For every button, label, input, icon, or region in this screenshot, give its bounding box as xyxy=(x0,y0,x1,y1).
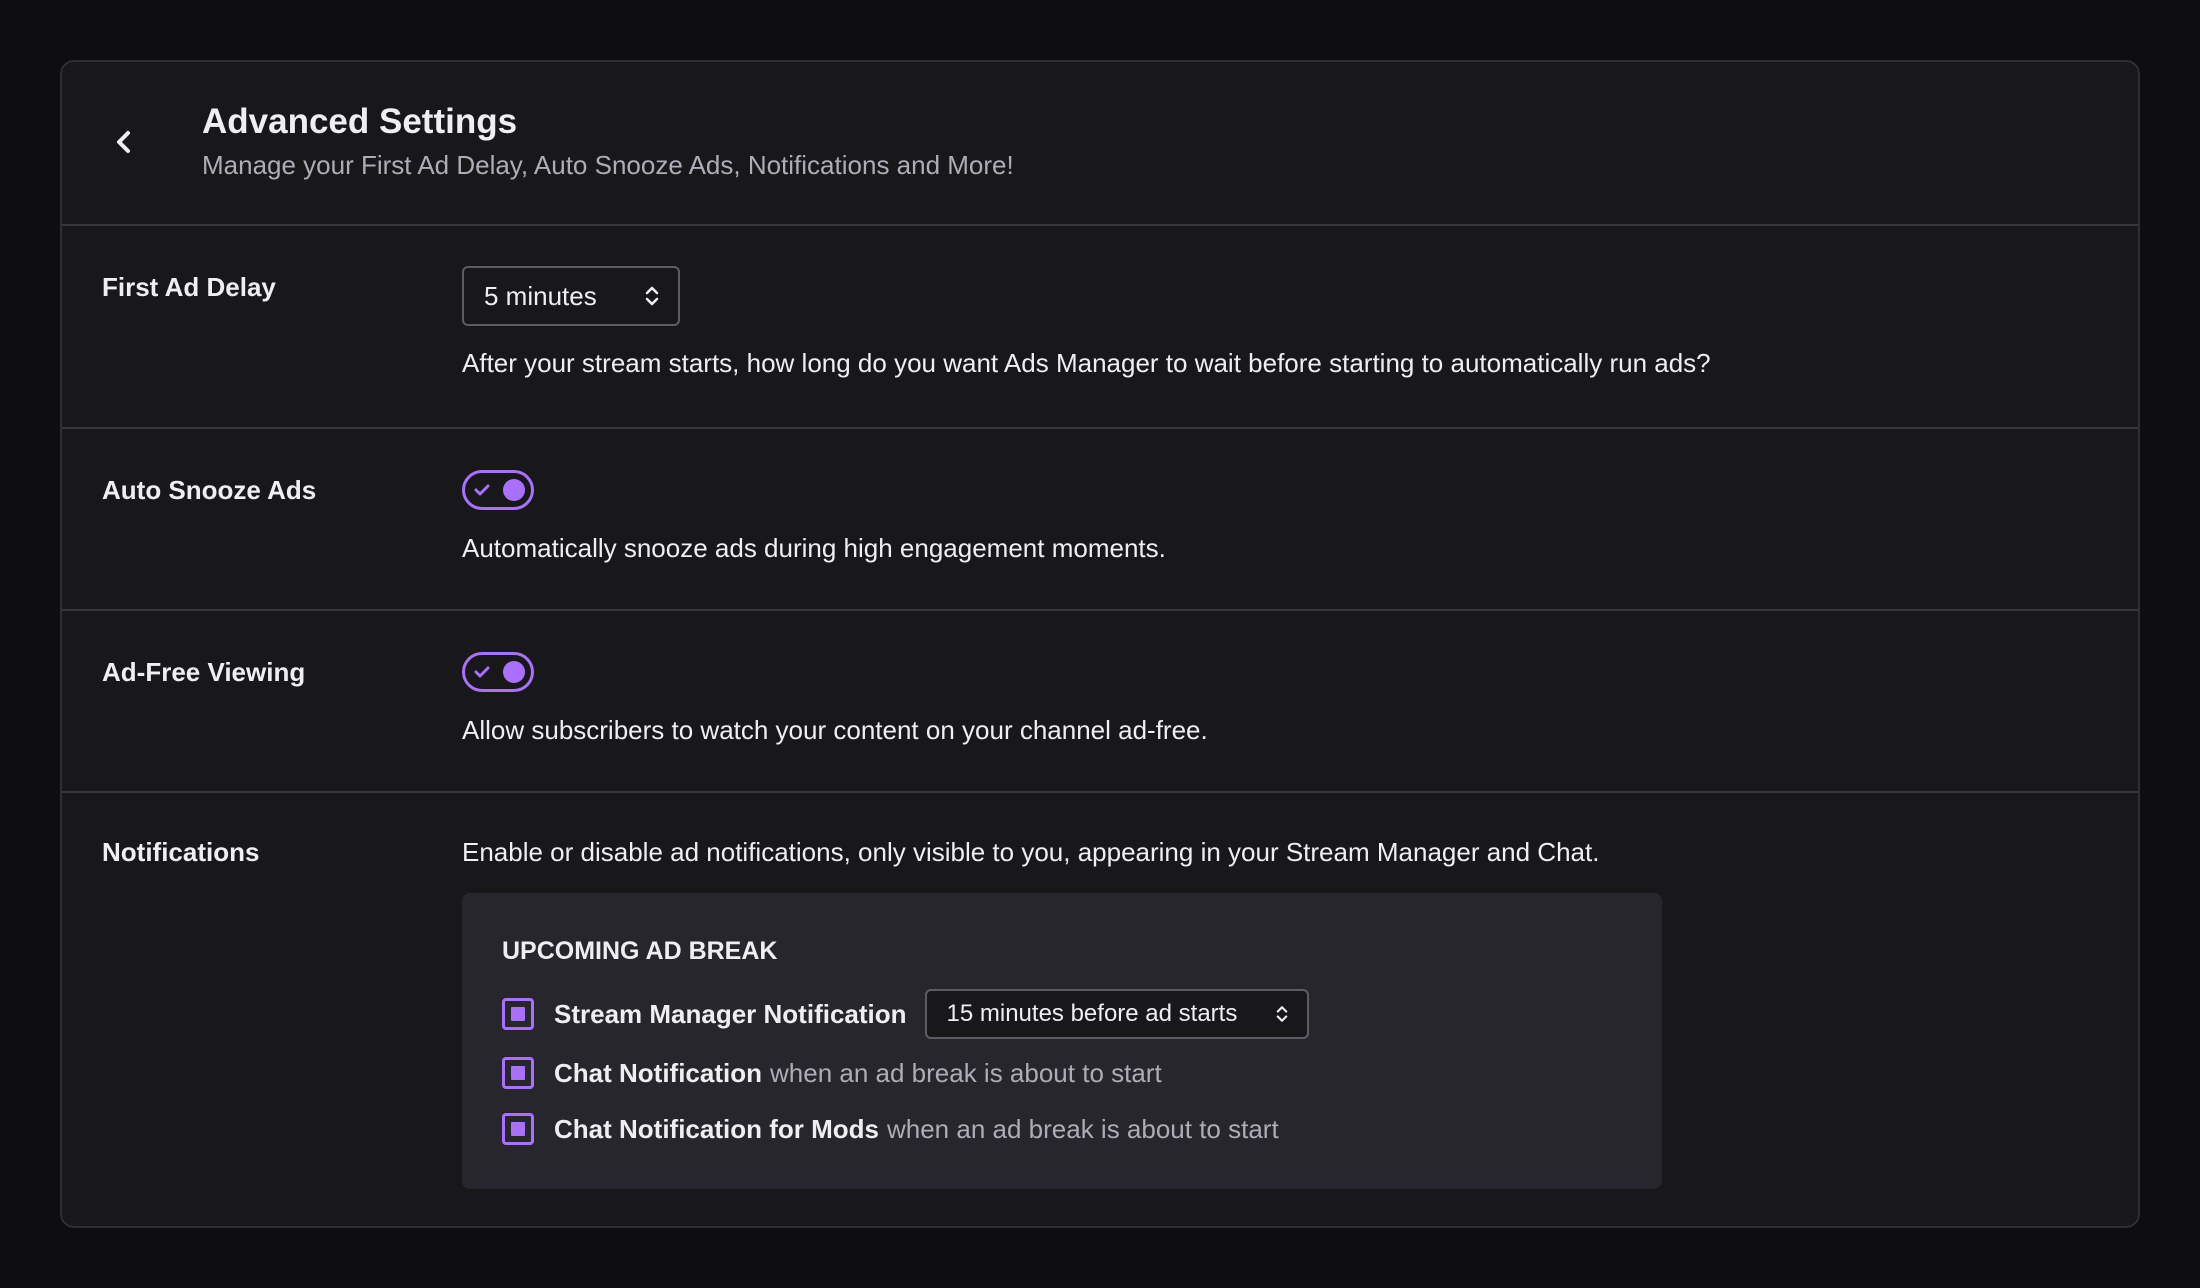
chat-notification-checkbox[interactable] xyxy=(502,1057,534,1089)
first-ad-delay-description: After your stream starts, how long do yo… xyxy=(462,348,1711,378)
upcoming-ad-break-heading: UPCOMING AD BREAK xyxy=(502,937,778,965)
checkmark-icon xyxy=(474,666,490,678)
stream-manager-notification-checkbox[interactable] xyxy=(502,998,534,1030)
ad-free-description: Allow subscribers to watch your content … xyxy=(462,715,1208,745)
stream-manager-notification-label: Stream Manager Notification xyxy=(554,998,907,1029)
stream-manager-notification-value: 15 minutes before ad starts xyxy=(946,1000,1238,1027)
page-subtitle: Manage your First Ad Delay, Auto Snooze … xyxy=(202,150,1014,180)
checkbox-fill xyxy=(511,1066,525,1080)
checkbox-fill xyxy=(511,1122,525,1136)
auto-snooze-row: Auto Snooze Ads Automatically snooze ads… xyxy=(62,429,2138,611)
upcoming-ad-break-box: UPCOMING AD BREAK Stream Manager Notific… xyxy=(462,893,1662,1189)
select-arrows-icon xyxy=(645,286,659,306)
notifications-row: Notifications Enable or disable ad notif… xyxy=(62,793,2138,1226)
notifications-label: Notifications xyxy=(102,837,260,867)
stream-manager-notification-row: Stream Manager Notification 15 minutes b… xyxy=(502,989,1309,1039)
chat-notification-row: Chat Notification when an ad break is ab… xyxy=(502,1057,1162,1089)
checkbox-fill xyxy=(511,1007,525,1021)
first-ad-delay-value: 5 minutes xyxy=(484,280,597,311)
notifications-description: Enable or disable ad notifications, only… xyxy=(462,837,1600,867)
first-ad-delay-select[interactable]: 5 minutes xyxy=(462,266,680,326)
page-title: Advanced Settings xyxy=(202,102,518,141)
chat-notification-mods-checkbox[interactable] xyxy=(502,1113,534,1145)
ad-free-row: Ad-Free Viewing Allow subscribers to wat… xyxy=(62,611,2138,793)
checkmark-icon xyxy=(474,484,490,496)
back-button[interactable] xyxy=(102,120,146,164)
auto-snooze-description: Automatically snooze ads during high eng… xyxy=(462,533,1166,563)
select-arrows-icon xyxy=(1276,1006,1287,1022)
stream-manager-notification-select[interactable]: 15 minutes before ad starts xyxy=(924,989,1309,1039)
ad-free-label: Ad-Free Viewing xyxy=(102,657,306,687)
first-ad-delay-row: First Ad Delay 5 minutes After your stre… xyxy=(62,226,2138,429)
toggle-knob xyxy=(503,479,525,501)
toggle-knob xyxy=(503,661,525,683)
chat-notification-mods-row: Chat Notification for Mods when an ad br… xyxy=(502,1113,1279,1145)
panel-header: Advanced Settings Manage your First Ad D… xyxy=(62,62,2138,226)
auto-snooze-toggle[interactable] xyxy=(462,470,534,510)
chat-notification-mods-label: Chat Notification for Mods xyxy=(554,1113,879,1144)
chat-notification-hint: when an ad break is about to start xyxy=(770,1057,1162,1088)
auto-snooze-label: Auto Snooze Ads xyxy=(102,475,317,505)
chat-notification-label: Chat Notification xyxy=(554,1057,762,1088)
ad-free-toggle[interactable] xyxy=(462,652,534,692)
chevron-left-icon xyxy=(117,131,130,153)
first-ad-delay-label: First Ad Delay xyxy=(102,272,276,302)
advanced-settings-panel: Advanced Settings Manage your First Ad D… xyxy=(60,60,2140,1228)
chat-notification-mods-hint: when an ad break is about to start xyxy=(886,1113,1279,1144)
